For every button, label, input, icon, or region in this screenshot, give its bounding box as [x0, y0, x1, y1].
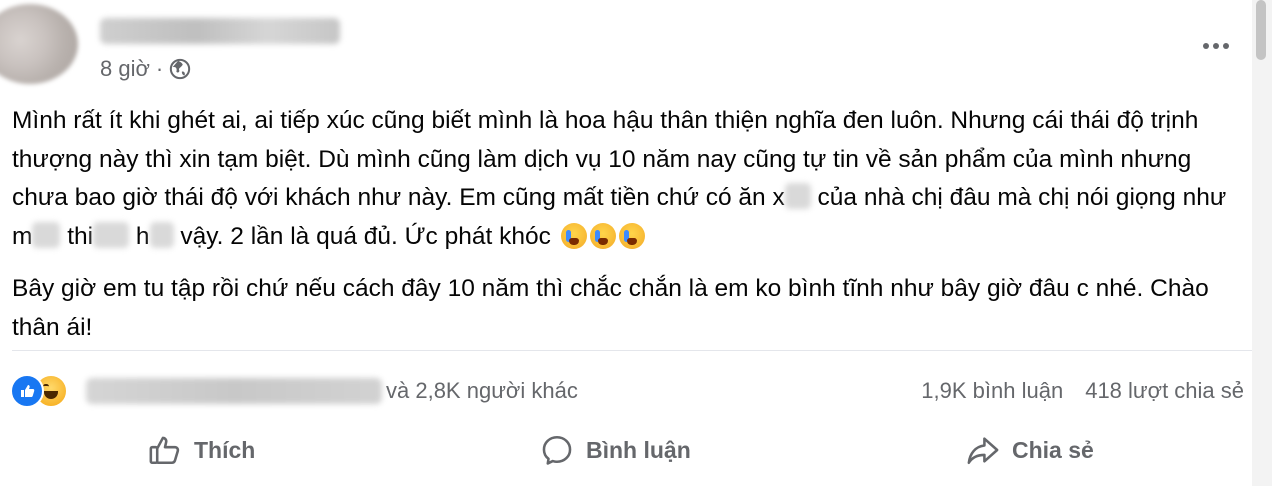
censored-word: [784, 183, 811, 209]
reactions-bar: và 2,8K người khác 1,9K bình luận 418 lư…: [10, 372, 1252, 412]
more-icon[interactable]: [1196, 26, 1236, 66]
avatar[interactable]: [0, 4, 78, 84]
post-paragraph-1: Mình rất ít khi ghét ai, ai tiếp xúc cũn…: [12, 107, 1227, 250]
post-content: Mình rất ít khi ghét ai, ai tiếp xúc cũn…: [12, 102, 1242, 347]
share-label: Chia sẻ: [1012, 436, 1094, 463]
share-count[interactable]: 418 lượt chia sẻ: [1085, 378, 1244, 404]
action-bar: Thích Bình luận Chia sẻ: [0, 424, 1252, 476]
share-icon: [967, 437, 999, 465]
crying-emoji-icon: [618, 222, 645, 249]
like-icon[interactable]: [10, 374, 44, 408]
scrollbar-track[interactable]: [1252, 0, 1272, 486]
censored-word: [93, 221, 130, 248]
author-name-blurred[interactable]: [100, 18, 340, 44]
post-meta: 8 giờ ·: [100, 56, 191, 82]
share-button[interactable]: Chia sẻ: [966, 424, 1094, 476]
crying-emoji-icon: [589, 222, 616, 249]
censored-word: [149, 221, 174, 248]
reaction-count[interactable]: và 2,8K người khác: [386, 378, 578, 404]
post-paragraph-2: Bây giờ em tu tập rồi chứ nếu cách đây 1…: [12, 275, 1209, 341]
reactor-names-blurred[interactable]: [86, 378, 382, 404]
engagement-counts: 1,9K bình luận 418 lượt chia sẻ: [921, 378, 1244, 404]
censored-word: [32, 221, 61, 248]
comment-label: Bình luận: [586, 436, 691, 463]
comment-count[interactable]: 1,9K bình luận: [921, 378, 1063, 404]
comment-button[interactable]: Bình luận: [540, 424, 691, 476]
divider: [12, 350, 1252, 351]
meta-separator: ·: [155, 56, 164, 81]
globe-icon[interactable]: [169, 58, 191, 80]
thumbs-up-icon: [149, 436, 180, 465]
like-button[interactable]: Thích: [148, 424, 255, 476]
scrollbar-thumb[interactable]: [1256, 0, 1266, 60]
post-time[interactable]: 8 giờ: [100, 56, 150, 82]
post-header: 8 giờ ·: [0, 0, 1252, 92]
like-label: Thích: [194, 436, 256, 463]
comment-icon: [542, 435, 572, 465]
facebook-post: 8 giờ · Mình rất ít khi ghét ai, ai tiếp…: [0, 0, 1252, 486]
crying-emoji-icon: [560, 222, 587, 249]
